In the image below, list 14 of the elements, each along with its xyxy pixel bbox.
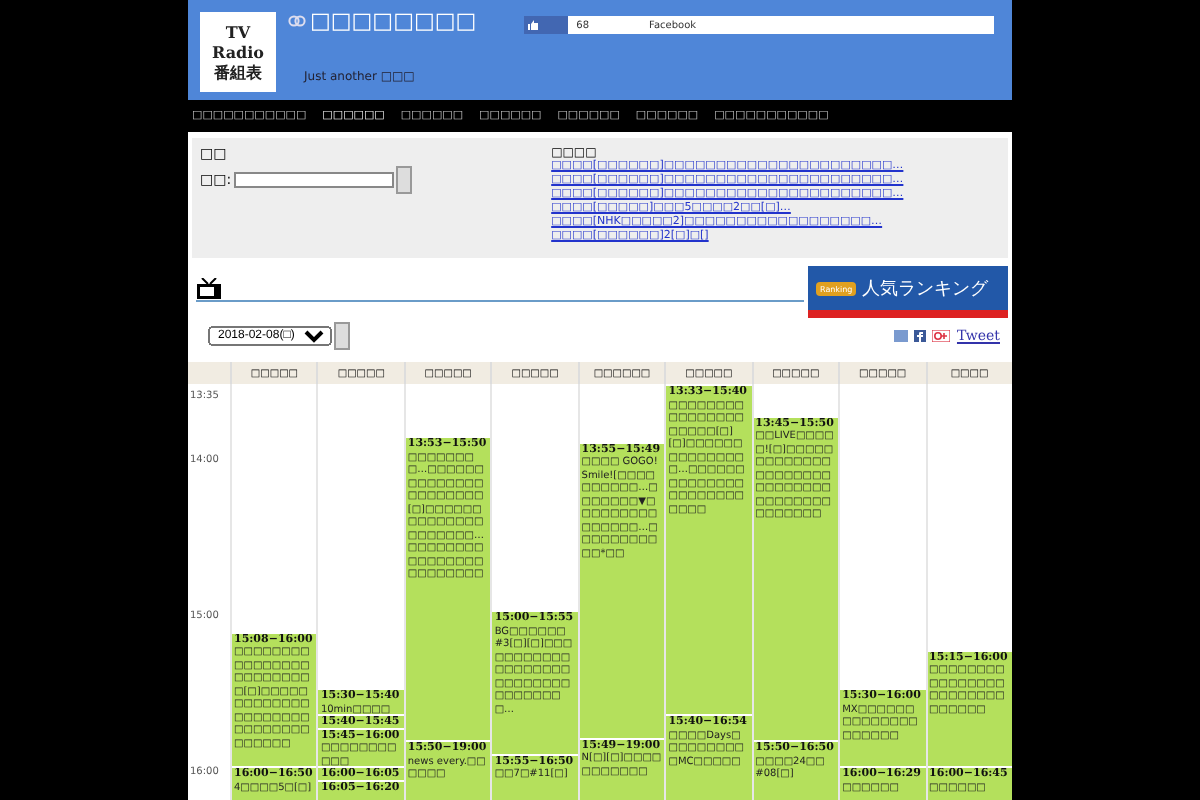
- link-icon: [288, 14, 306, 28]
- facebook-icon[interactable]: [914, 330, 927, 342]
- share-icon[interactable]: [894, 330, 909, 342]
- like-button[interactable]: [524, 16, 569, 34]
- ranking-title: 人気ランキング: [862, 277, 989, 301]
- search-button[interactable]: [395, 166, 412, 194]
- search-field[interactable]: [233, 172, 394, 188]
- site-title[interactable]: □□□□□□□□: [288, 8, 477, 34]
- thumbs-up-icon: [528, 20, 539, 30]
- google-plus-icon[interactable]: [932, 330, 951, 342]
- date-go-button[interactable]: [334, 322, 350, 350]
- header-corner: [188, 362, 230, 384]
- tv-icon: [196, 278, 222, 300]
- site-logo[interactable]: TV Radio 番組表: [200, 12, 276, 92]
